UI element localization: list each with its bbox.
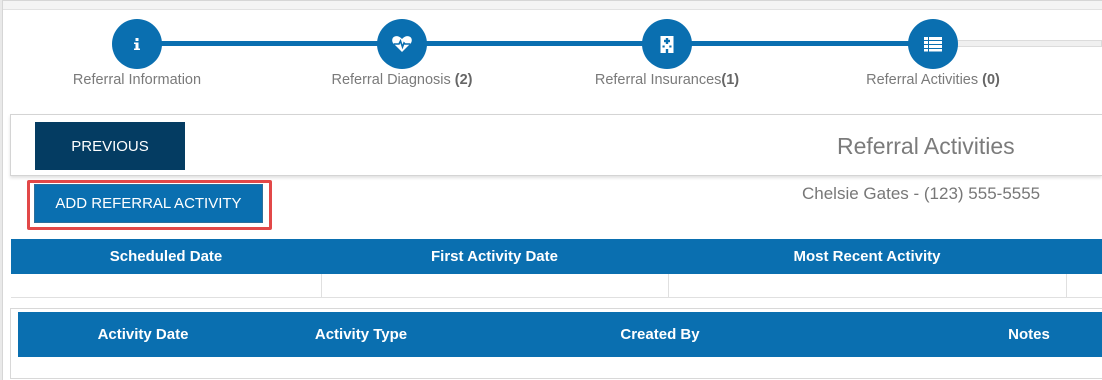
- step-label-text: Referral Diagnosis: [331, 72, 455, 88]
- step-referral-insurances[interactable]: [642, 19, 692, 69]
- step-label-referral-activities[interactable]: Referral Activities (0): [866, 72, 1000, 88]
- step-count: (0): [982, 72, 1000, 88]
- step-count: (1): [721, 72, 740, 88]
- column-header-scheduled-date[interactable]: Scheduled Date: [11, 239, 321, 274]
- top-strip: [3, 1, 1102, 10]
- previous-button[interactable]: PREVIOUS: [35, 122, 185, 170]
- column-header-activity-type[interactable]: Activity Type: [268, 312, 454, 357]
- info-icon: [134, 38, 140, 50]
- step-remaining-line: [933, 40, 1102, 47]
- column-header-created-by[interactable]: Created By: [454, 312, 866, 357]
- list-icon: [924, 37, 942, 52]
- activity-table-header: Activity Date Activity Type Created By N…: [18, 312, 1102, 357]
- step-label-referral-insurances[interactable]: Referral Insurances(1): [595, 72, 739, 88]
- step-referral-activities[interactable]: [908, 19, 958, 69]
- step-label-text: Referral Information: [72, 72, 202, 88]
- step-label-referral-information[interactable]: Referral Information: [73, 72, 201, 88]
- patient-info: Chelsie Gates - (123) 555-5555: [802, 184, 1041, 203]
- referral-table-header: Scheduled Date First Activity Date Most …: [11, 239, 1102, 274]
- step-referral-information[interactable]: [112, 19, 162, 69]
- step-referral-diagnosis[interactable]: [377, 19, 427, 69]
- hospital-icon: [660, 36, 674, 53]
- page-title: Referral Activities: [837, 133, 1015, 159]
- step-label-text: Referral Activities: [866, 72, 983, 88]
- heartbeat-icon: [392, 36, 412, 52]
- column-header-notes[interactable]: Notes: [963, 312, 1095, 357]
- step-label-referral-diagnosis[interactable]: Referral Diagnosis (2): [331, 72, 472, 88]
- table-cell: [11, 274, 322, 297]
- add-referral-activity-button[interactable]: ADD REFERRAL ACTIVITY: [34, 184, 263, 223]
- column-header-activity-date[interactable]: Activity Date: [18, 312, 268, 357]
- step-progress-line: [137, 41, 933, 46]
- step-count: (2): [454, 72, 473, 88]
- column-header-first-activity-date[interactable]: First Activity Date: [321, 239, 668, 274]
- header-panel: PREVIOUS Referral Activities: [10, 114, 1102, 176]
- column-header-most-recent-activity[interactable]: Most Recent Activity: [668, 239, 1066, 274]
- step-label-text: Referral Insurances: [594, 72, 722, 88]
- table-cell: [322, 274, 669, 297]
- table-row: [11, 274, 1102, 298]
- table-cell: [669, 274, 1067, 297]
